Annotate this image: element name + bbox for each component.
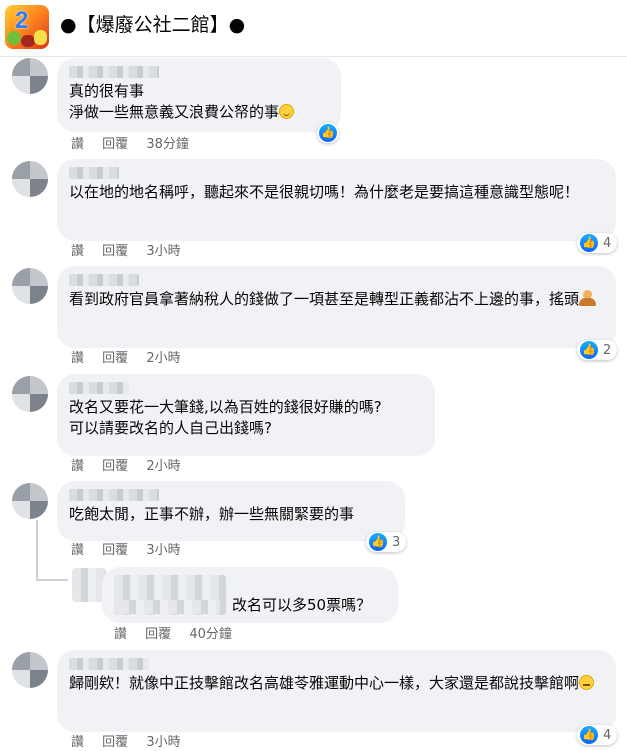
comment-time[interactable]: 40分鐘 [189, 627, 232, 643]
comment-text: 改名又要花一大筆錢,以為百姓的錢很好賺的嗎? 可以請要改名的人自己出錢嗎? [69, 398, 382, 437]
comment-time[interactable]: 38分鐘 [146, 137, 189, 153]
reply-button[interactable]: 回覆 [102, 735, 128, 751]
comment-time[interactable]: 3小時 [146, 543, 180, 559]
comment-bubble: 改名又要花一大筆錢,以為百姓的錢很好賺的嗎? 可以請要改名的人自己出錢嗎? [57, 374, 435, 456]
comment-time[interactable]: 2小時 [146, 351, 180, 367]
commenter-name[interactable] [69, 274, 139, 286]
commenter-name[interactable] [69, 658, 149, 670]
commenter-name[interactable] [69, 382, 129, 394]
reply-button[interactable]: 回覆 [102, 459, 128, 475]
comment-text: 真的很有事 淨做一些無意義又浪費公帑的事 [69, 81, 329, 123]
redacted-text [120, 600, 220, 614]
page-name[interactable]: ●【爆廢公社二館】● [60, 11, 245, 39]
comment-text: 吃飽太閒，正事不辦，辦一些無關緊要的事 [69, 505, 355, 523]
comment-actions: 讚 回覆 3小時 [71, 735, 181, 751]
thread-line [36, 579, 68, 581]
logo-food-2 [21, 35, 35, 47]
comment-actions: 讚 回覆 3小時 [71, 244, 181, 260]
comment-text: 看到政府官員拿著納稅人的錢做了一項甚至是轉型正義都沾不上邊的事，搖頭 [69, 289, 604, 310]
page-header: 2 ●【爆廢公社二館】● [0, 0, 627, 57]
like-button[interactable]: 讚 [71, 459, 84, 475]
comment-bubble: 真的很有事 淨做一些無意義又浪費公帑的事 [57, 58, 341, 132]
comment-time[interactable]: 3小時 [146, 735, 180, 751]
like-button[interactable]: 讚 [71, 351, 84, 367]
like-button[interactable]: 讚 [71, 543, 84, 559]
comment-bubble: 改名可以多50票嗎？ [102, 567, 398, 623]
slightly-smiling-face-icon [279, 104, 295, 119]
reaction-badge[interactable]: 👍 4 [577, 725, 618, 745]
commenter-name[interactable] [69, 167, 119, 179]
reaction-badge[interactable]: 👍 4 [577, 233, 618, 253]
reply-button[interactable]: 回覆 [102, 244, 128, 260]
comment-actions: 讚 回覆 3小時 [71, 543, 181, 559]
like-icon: 👍 [580, 341, 598, 359]
avatar[interactable] [12, 376, 48, 412]
reply-button[interactable]: 回覆 [102, 543, 128, 559]
comment-bubble: 歸剛欸！就像中正技擊館改名高雄苓雅運動中心一樣，大家還是都說技擊館啊 [57, 650, 616, 732]
like-icon: 👍 [369, 533, 387, 551]
like-icon: 👍 [580, 234, 598, 252]
like-button[interactable]: 讚 [71, 244, 84, 260]
reaction-badge[interactable]: 👍 2 [577, 340, 618, 360]
reply-button[interactable]: 回覆 [102, 351, 128, 367]
reaction-badge[interactable]: 👍 [317, 123, 339, 143]
avatar[interactable] [12, 268, 48, 304]
thread-line [36, 520, 38, 580]
page-logo[interactable]: 2 [5, 5, 49, 49]
comment-text: 以在地的地名稱呼，聽起來不是很親切嗎！為什麼老是要搞這種意識型態呢！ [69, 183, 580, 201]
comment-actions: 讚 回覆 2小時 [71, 459, 181, 475]
avatar[interactable] [12, 483, 48, 519]
logo-food-3 [34, 30, 47, 45]
person-shrugging-icon [579, 290, 597, 307]
reply-button[interactable]: 回覆 [102, 137, 128, 153]
avatar[interactable] [12, 161, 48, 197]
like-icon: 👍 [319, 124, 337, 142]
comment-actions: 讚 回覆 38分鐘 [71, 137, 189, 153]
like-button[interactable]: 讚 [71, 137, 84, 153]
reply-button[interactable]: 回覆 [145, 627, 171, 643]
avatar[interactable] [12, 58, 48, 94]
comment-text: 歸剛欸！就像中正技擊館改名高雄苓雅運動中心一樣，大家還是都說技擊館啊 [69, 673, 604, 694]
commenter-name[interactable] [69, 489, 159, 501]
comment-text: 改名可以多50票嗎？ [232, 596, 372, 614]
comment-bubble: 以在地的地名稱呼，聽起來不是很親切嗎！為什麼老是要搞這種意識型態呢！ [57, 159, 616, 241]
reaction-count: 4 [603, 235, 612, 251]
like-button[interactable]: 讚 [71, 735, 84, 751]
avatar[interactable] [12, 652, 48, 688]
reaction-count: 3 [392, 534, 401, 550]
logo-food-1 [7, 31, 21, 45]
reaction-count: 2 [603, 342, 612, 358]
comment-actions: 讚 回覆 2小時 [71, 351, 181, 367]
comment-actions: 讚 回覆 40分鐘 [114, 627, 232, 643]
like-icon: 👍 [580, 726, 598, 744]
reaction-badge[interactable]: 👍 3 [366, 532, 407, 552]
commenter-name[interactable] [69, 66, 159, 78]
comment-time[interactable]: 2小時 [146, 459, 180, 475]
comment-bubble: 看到政府官員拿著納稅人的錢做了一項甚至是轉型正義都沾不上邊的事，搖頭 [57, 266, 616, 348]
expressionless-face-icon [579, 675, 595, 690]
reaction-count: 4 [603, 727, 612, 743]
comment-bubble: 吃飽太閒，正事不辦，辦一些無關緊要的事 [57, 481, 405, 541]
avatar[interactable] [72, 568, 106, 602]
comment-time[interactable]: 3小時 [146, 244, 180, 260]
like-button[interactable]: 讚 [114, 627, 127, 643]
